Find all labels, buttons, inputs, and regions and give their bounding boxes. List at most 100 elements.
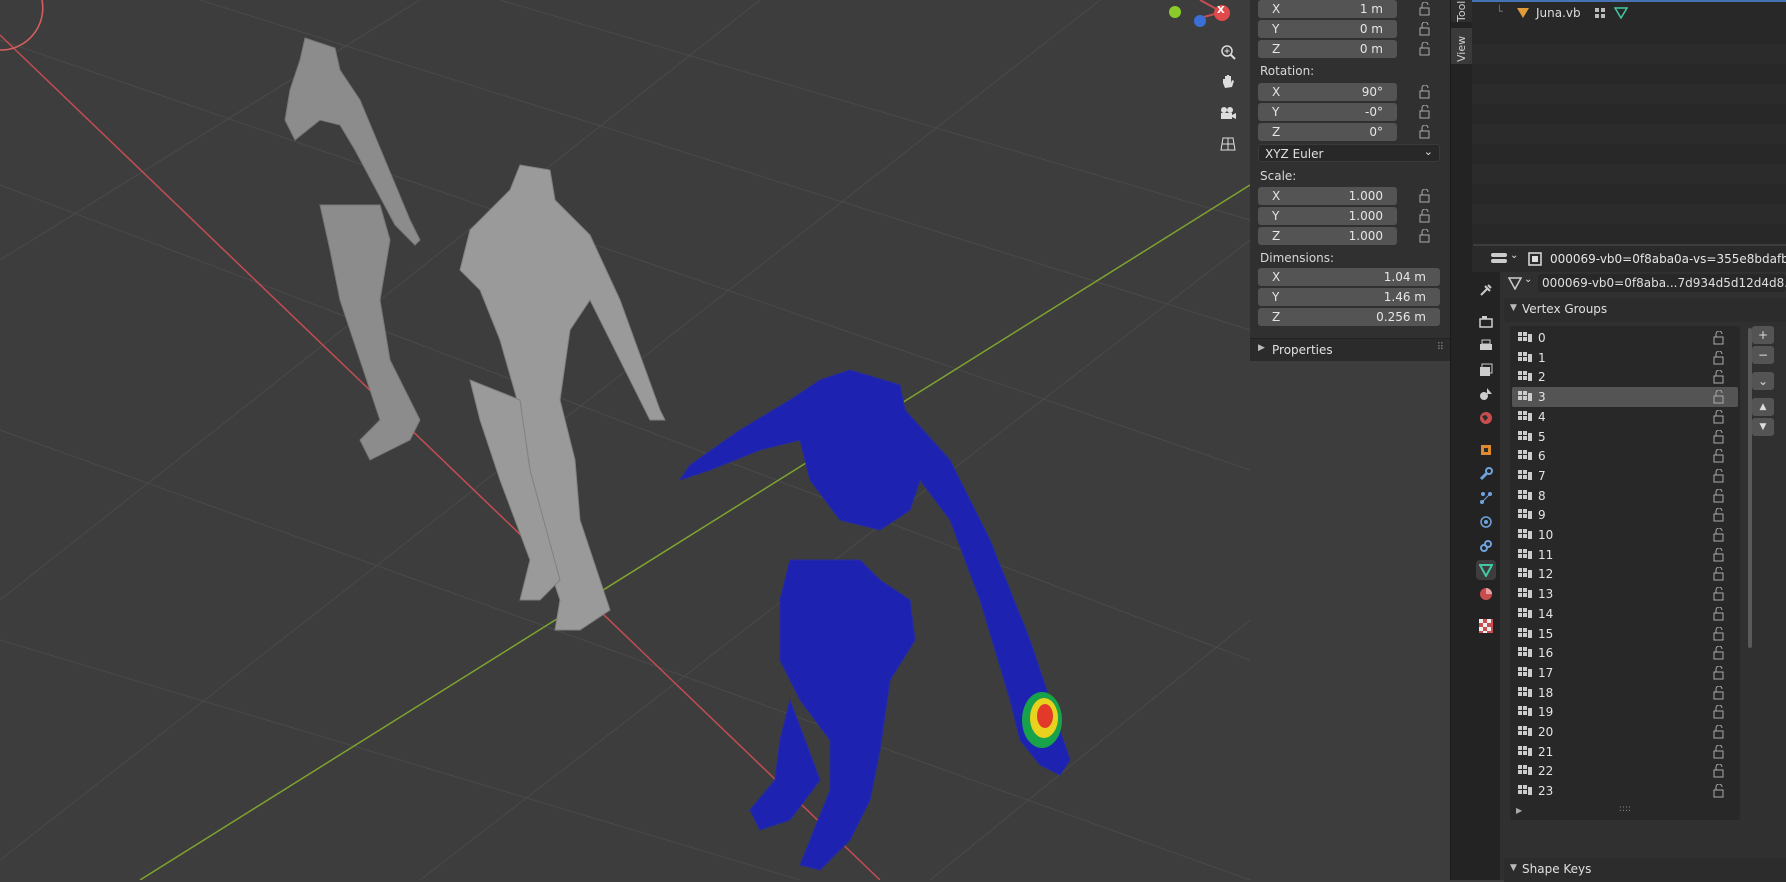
lock-icon[interactable] bbox=[1418, 2, 1432, 16]
lock-icon[interactable] bbox=[1712, 331, 1726, 345]
lock-icon[interactable] bbox=[1712, 409, 1726, 424]
scale-y-field[interactable]: Y 1.000 bbox=[1258, 207, 1397, 225]
camera-view-button[interactable] bbox=[1216, 101, 1240, 125]
mesh-datablock-selector[interactable]: ⌄ 000069-vb0=0f8aba...7d934d5d12d4d8.txt bbox=[1504, 272, 1786, 294]
lock-icon[interactable] bbox=[1418, 125, 1432, 139]
vertex-group-row[interactable]: 22 bbox=[1512, 761, 1738, 781]
tab-texture[interactable] bbox=[1476, 616, 1496, 636]
tab-view[interactable]: View bbox=[1451, 28, 1473, 64]
lock-icon[interactable] bbox=[1712, 350, 1726, 365]
lock-icon[interactable] bbox=[1418, 105, 1432, 119]
tab-scene[interactable] bbox=[1476, 384, 1496, 404]
list-resize-grip[interactable]: :::: bbox=[1610, 804, 1640, 816]
rotation-y-field[interactable]: Y -0° bbox=[1258, 103, 1397, 121]
location-y-field[interactable]: Y 0 m bbox=[1258, 20, 1397, 38]
lock-icon[interactable] bbox=[1418, 22, 1432, 36]
lock-icon[interactable] bbox=[1712, 685, 1726, 700]
gizmo-x-label[interactable]: X bbox=[1217, 5, 1225, 16]
lock-icon[interactable] bbox=[1712, 547, 1726, 562]
tab-tool-settings[interactable] bbox=[1476, 280, 1496, 300]
rotation-mode-dropdown[interactable]: XYZ Euler ⌄ bbox=[1258, 144, 1440, 162]
move-up-button[interactable]: ▲ bbox=[1752, 398, 1774, 416]
scale-z-field[interactable]: Z 1.000 bbox=[1258, 227, 1397, 245]
tab-constraints[interactable] bbox=[1476, 536, 1496, 556]
vertex-group-row[interactable]: 7 bbox=[1512, 466, 1738, 486]
lock-icon[interactable] bbox=[1712, 370, 1726, 384]
lock-icon[interactable] bbox=[1418, 209, 1432, 223]
vertex-group-specials-menu[interactable]: ⌄ bbox=[1752, 372, 1774, 390]
lock-icon[interactable] bbox=[1712, 488, 1726, 503]
remove-vertex-group-button[interactable]: − bbox=[1752, 346, 1774, 364]
rotation-z-field[interactable]: Z 0° bbox=[1258, 123, 1397, 141]
vertex-group-row[interactable]: 4 bbox=[1512, 407, 1738, 427]
vertex-group-row[interactable]: 10 bbox=[1512, 525, 1738, 545]
vertex-group-row[interactable]: 15 bbox=[1512, 624, 1738, 644]
tab-mesh-data[interactable] bbox=[1476, 560, 1496, 580]
add-vertex-group-button[interactable]: + bbox=[1752, 326, 1774, 344]
vertex-group-list[interactable]: :::: ▶ 0 1 2 3 4 5 6 7 8 9 10 11 12 13 14 15 16 17 18 19 20 2… bbox=[1510, 326, 1752, 820]
vertex-group-row[interactable]: 6 bbox=[1512, 446, 1738, 466]
lock-icon[interactable] bbox=[1418, 229, 1432, 243]
list-filter-triangle-icon[interactable]: ▶ bbox=[1516, 806, 1522, 815]
lock-icon[interactable] bbox=[1418, 189, 1432, 203]
lock-icon[interactable] bbox=[1712, 665, 1726, 680]
location-z-field[interactable]: Z 0 m bbox=[1258, 40, 1397, 58]
vertex-group-row[interactable]: 5 bbox=[1512, 427, 1738, 447]
lock-icon[interactable] bbox=[1712, 725, 1726, 739]
properties-panel-header[interactable]: ▶ Properties ⠿ bbox=[1250, 338, 1450, 361]
ortho-toggle-button[interactable] bbox=[1216, 132, 1240, 156]
shape-keys-panel-header[interactable]: ▼ Shape Keys bbox=[1504, 858, 1786, 882]
tab-material[interactable] bbox=[1476, 584, 1496, 604]
tab-world[interactable] bbox=[1476, 408, 1496, 428]
vertex-group-row[interactable]: 8 bbox=[1512, 486, 1738, 506]
vertex-groups-panel-header[interactable]: ▼ Vertex Groups bbox=[1504, 298, 1786, 322]
lock-icon[interactable] bbox=[1712, 390, 1726, 404]
vertex-group-row[interactable]: 17 bbox=[1512, 663, 1738, 683]
lock-icon[interactable] bbox=[1712, 626, 1726, 641]
vertex-group-row[interactable]: 23 bbox=[1512, 781, 1738, 801]
dimensions-z-field[interactable]: Z 0.256 m bbox=[1258, 308, 1440, 326]
vertex-group-row[interactable]: 9 bbox=[1512, 505, 1738, 525]
vertex-group-row[interactable]: 19 bbox=[1512, 702, 1738, 722]
vertex-group-row[interactable]: 20 bbox=[1512, 722, 1738, 742]
editor-type-dropdown[interactable]: ⌄ bbox=[1490, 250, 1524, 268]
tab-object[interactable] bbox=[1476, 440, 1496, 460]
tab-render[interactable] bbox=[1476, 312, 1496, 332]
lock-icon[interactable] bbox=[1712, 468, 1726, 483]
dimensions-x-field[interactable]: X 1.04 m bbox=[1258, 268, 1440, 286]
tab-particles[interactable] bbox=[1476, 488, 1496, 508]
zoom-button[interactable] bbox=[1216, 40, 1240, 64]
vertex-group-row[interactable]: 3 bbox=[1512, 387, 1738, 408]
location-x-field[interactable]: X 1 m bbox=[1258, 0, 1397, 18]
mesh-name-field[interactable]: 000069-vb0=0f8aba...7d934d5d12d4d8.txt bbox=[1538, 274, 1786, 292]
lock-icon[interactable] bbox=[1418, 85, 1432, 99]
tab-modifiers[interactable] bbox=[1476, 464, 1496, 484]
vertex-group-row[interactable]: 13 bbox=[1512, 584, 1738, 604]
lock-icon[interactable] bbox=[1712, 528, 1726, 542]
outliner-row-object[interactable]: └ Juna.vb bbox=[1472, 3, 1786, 23]
vertex-group-row[interactable]: 16 bbox=[1512, 643, 1738, 663]
move-down-button[interactable]: ▼ bbox=[1752, 418, 1774, 436]
vertex-group-row[interactable]: 14 bbox=[1512, 604, 1738, 624]
vertex-group-row[interactable]: 1 bbox=[1512, 348, 1738, 368]
tab-view-layer[interactable] bbox=[1476, 360, 1496, 380]
vertex-groups-icon[interactable] bbox=[1594, 7, 1608, 19]
tab-tool[interactable]: Tool bbox=[1451, 0, 1473, 22]
drag-grip-icon[interactable]: ⠿ bbox=[1437, 342, 1444, 353]
vertex-group-row[interactable]: 12 bbox=[1512, 564, 1738, 584]
mesh-data-icon[interactable] bbox=[1614, 7, 1628, 19]
lock-icon[interactable] bbox=[1712, 646, 1726, 660]
lock-icon[interactable] bbox=[1712, 429, 1726, 444]
lock-icon[interactable] bbox=[1712, 567, 1726, 581]
lock-icon[interactable] bbox=[1418, 42, 1432, 56]
vertex-group-row[interactable]: 2 bbox=[1512, 367, 1738, 387]
lock-icon[interactable] bbox=[1712, 784, 1726, 798]
lock-icon[interactable] bbox=[1712, 587, 1726, 601]
lock-icon[interactable] bbox=[1712, 764, 1726, 778]
vertex-group-row[interactable]: 18 bbox=[1512, 683, 1738, 703]
lock-icon[interactable] bbox=[1712, 744, 1726, 759]
vertex-group-row[interactable]: 21 bbox=[1512, 742, 1738, 762]
pan-button[interactable] bbox=[1216, 70, 1240, 94]
lock-icon[interactable] bbox=[1712, 508, 1726, 522]
dimensions-y-field[interactable]: Y 1.46 m bbox=[1258, 288, 1440, 306]
